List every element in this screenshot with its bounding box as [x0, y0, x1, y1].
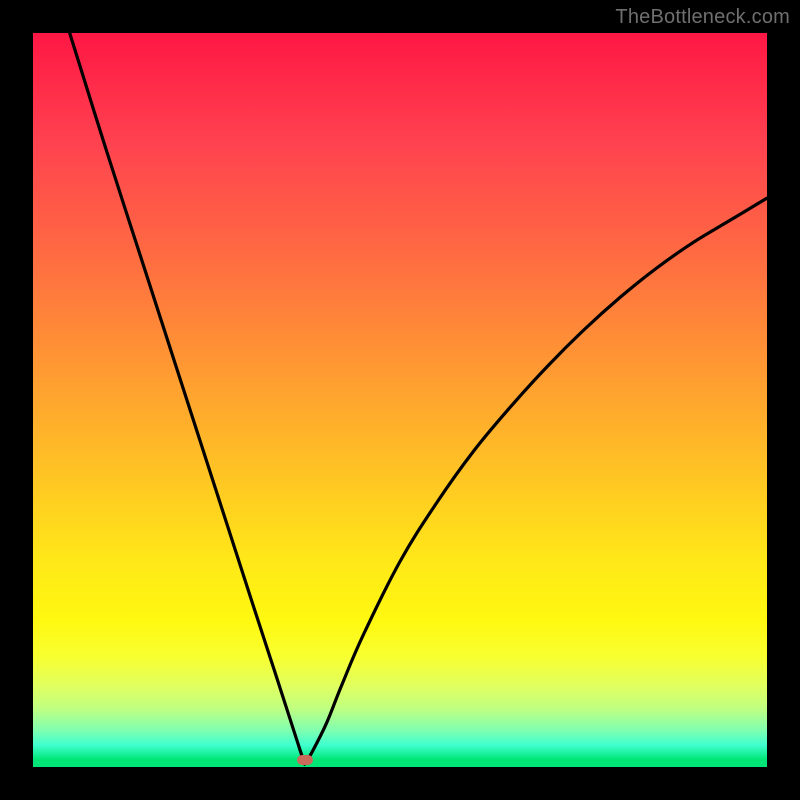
watermark-text: TheBottleneck.com: [615, 6, 790, 29]
curve-left-branch: [70, 33, 305, 764]
curve-right-branch: [305, 198, 767, 764]
bottleneck-curve: [33, 33, 767, 767]
plot-area: [33, 33, 767, 767]
optimal-marker: [297, 755, 313, 765]
chart-frame: TheBottleneck.com: [0, 0, 800, 800]
